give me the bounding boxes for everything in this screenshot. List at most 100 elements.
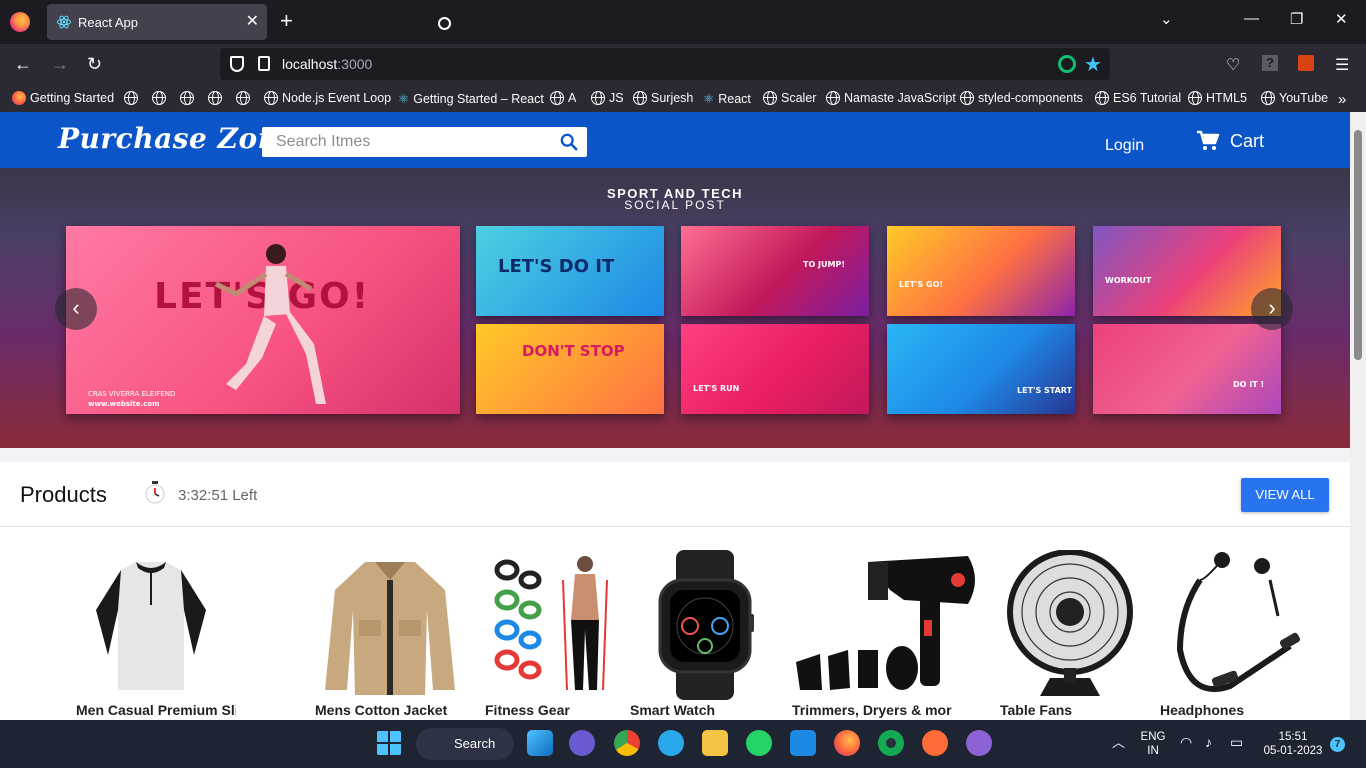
promo-carousel: SPORT AND TECH SOCIAL POST LET'S GO! CRA…	[0, 168, 1350, 448]
banner-card-text: LET'S RUN	[693, 384, 740, 393]
vscode-icon[interactable]	[790, 730, 816, 756]
tab-close-icon[interactable]: ✕	[246, 12, 259, 32]
banner-card: DON'T STOP	[476, 324, 664, 414]
scrollbar-thumb[interactable]	[1354, 130, 1362, 360]
react-icon	[56, 15, 72, 29]
postman-icon[interactable]	[922, 730, 948, 756]
product-card[interactable]: Trimmers, Dryers & more	[792, 550, 975, 720]
banner-card: TO JUMP!	[681, 226, 869, 316]
bookmark-item[interactable]: JS	[591, 91, 624, 105]
bookmark-item[interactable]	[236, 91, 250, 105]
battery-icon[interactable]: ▭	[1230, 735, 1243, 749]
carousel-prev-button[interactable]: ‹	[55, 288, 97, 330]
url-bar[interactable]: localhost:3000 ★	[220, 48, 1110, 80]
bookmark-item[interactable]: Scaler	[763, 91, 816, 105]
banner-card-text: TO JUMP!	[803, 260, 845, 269]
cart-link[interactable]: Cart	[1196, 130, 1264, 152]
search-box	[262, 127, 587, 157]
carousel-next-button[interactable]: ›	[1251, 288, 1293, 330]
banner-subtitle: SOCIAL POST	[624, 198, 726, 212]
volume-icon[interactable]: ♪	[1205, 735, 1212, 749]
reload-button[interactable]: ↻	[87, 54, 102, 74]
globe-icon	[152, 91, 166, 105]
language-indicator[interactable]: ENG IN	[1138, 730, 1168, 758]
tracking-shield-icon[interactable]	[230, 56, 244, 72]
close-window-button[interactable]: ✕	[1335, 10, 1348, 28]
taskbar-search[interactable]: Search	[416, 728, 514, 760]
bookmark-item[interactable]: Node.js Event Loop	[264, 91, 391, 105]
whatsapp-icon[interactable]	[746, 730, 772, 756]
bookmark-item[interactable]	[152, 91, 166, 105]
globe-icon	[633, 91, 647, 105]
bookmark-item[interactable]: YouTube	[1261, 91, 1328, 105]
extension-icon[interactable]	[1058, 55, 1076, 73]
globe-icon	[960, 91, 974, 105]
telegram-icon[interactable]	[658, 730, 684, 756]
product-card[interactable]: Mens Cotton Jacket	[315, 550, 465, 720]
product-card[interactable]: Smart Watch	[630, 550, 780, 720]
bookmark-item[interactable]: ⚛ React	[703, 91, 751, 107]
search-icon	[438, 17, 451, 30]
bookmark-item[interactable]: styled-components	[960, 91, 1083, 105]
firefox-menu-icon[interactable]	[10, 12, 30, 32]
chrome-icon[interactable]	[614, 730, 640, 756]
countdown-timer: 3:32:51 Left	[178, 487, 258, 504]
bookmark-item[interactable]: Surjesh	[633, 91, 693, 105]
globe-icon	[208, 91, 222, 105]
new-tab-button[interactable]: +	[280, 10, 293, 32]
notification-badge[interactable]: 7	[1330, 737, 1345, 752]
minimize-button[interactable]: —	[1244, 10, 1259, 27]
more-bookmarks-icon[interactable]: »	[1338, 91, 1346, 108]
back-button[interactable]: ←	[14, 54, 32, 74]
app-menu-icon[interactable]: ☰	[1335, 55, 1349, 75]
firefox-taskbar-icon[interactable]	[834, 730, 860, 756]
banner-card: LET'S GO!	[887, 226, 1075, 316]
jacket-image	[325, 562, 455, 695]
product-card[interactable]: Men Casual Premium Slim Fit T-Shirts	[76, 550, 236, 720]
search-icon[interactable]	[560, 133, 578, 151]
banner-card-text: LET'S DO IT	[498, 256, 615, 277]
bookmark-item[interactable]	[180, 91, 194, 105]
bookmark-item[interactable]: Getting Started	[12, 91, 114, 105]
extension-fox-icon[interactable]	[1298, 55, 1314, 71]
github-desktop-icon[interactable]	[966, 730, 992, 756]
bookmark-item[interactable]: HTML5	[1188, 91, 1247, 105]
page-info-icon[interactable]	[258, 56, 270, 71]
banner-card: LET'S RUN	[681, 324, 869, 414]
product-card[interactable]: Table Fans	[1000, 549, 1150, 720]
mongodb-compass-icon[interactable]	[878, 730, 904, 756]
list-tabs-icon[interactable]: ⌄	[1160, 10, 1173, 28]
bookmark-item[interactable]: Namaste JavaScript	[826, 91, 956, 105]
teams-chat-icon[interactable]	[569, 730, 595, 756]
bookmark-star-icon[interactable]: ★	[1084, 52, 1102, 77]
search-input[interactable]	[262, 127, 552, 157]
bookmark-item[interactable]: ⚛ Getting Started – React	[398, 91, 544, 107]
pocket-icon[interactable]: ♡	[1226, 55, 1240, 75]
browser-tab-active[interactable]: React App ✕	[47, 4, 267, 40]
tshirt-image	[96, 562, 206, 690]
tray-overflow-icon[interactable]: ︿	[1112, 736, 1125, 750]
wifi-icon[interactable]: ◠	[1180, 735, 1192, 749]
clock[interactable]: 15:51 05-01-2023	[1262, 730, 1324, 758]
bookmark-item[interactable]	[124, 91, 138, 105]
product-card[interactable]: Fitness Gear	[485, 550, 635, 720]
product-card[interactable]: Headphones	[1160, 550, 1310, 720]
widgets-icon[interactable]	[527, 730, 553, 756]
cart-icon	[1197, 130, 1220, 150]
bookmark-item[interactable]: ES6 Tutorial	[1095, 91, 1181, 105]
globe-icon	[826, 91, 840, 105]
url-text[interactable]: localhost:3000	[282, 56, 372, 72]
login-link[interactable]: Login	[1105, 137, 1144, 155]
maximize-button[interactable]: ❐	[1290, 10, 1303, 28]
bookmark-item[interactable]	[208, 91, 222, 105]
view-all-button[interactable]: VIEW ALL	[1241, 478, 1329, 512]
forward-button[interactable]: →	[51, 54, 69, 74]
help-icon[interactable]: ?	[1262, 55, 1278, 71]
start-button-icon[interactable]	[376, 730, 402, 756]
site-logo[interactable]: Purchase Zone	[58, 122, 297, 155]
file-explorer-icon[interactable]	[702, 730, 728, 756]
globe-icon	[236, 91, 250, 105]
table-fan-image	[1007, 549, 1133, 696]
page-viewport: Purchase Zone Login Cart SPORT AND TECH …	[0, 112, 1350, 720]
bookmark-item[interactable]: A	[550, 91, 576, 105]
